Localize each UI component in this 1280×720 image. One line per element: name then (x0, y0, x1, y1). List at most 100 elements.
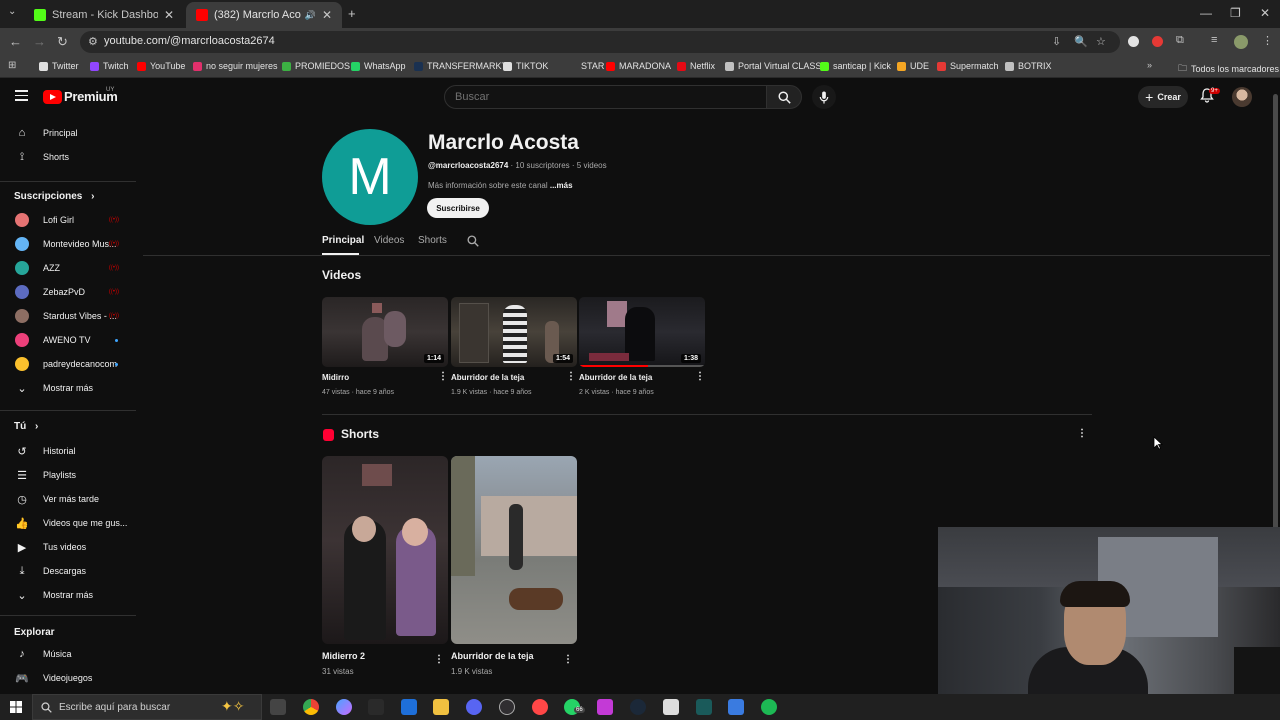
bookmark-item[interactable]: TRANSFERMARKT (414, 61, 507, 71)
video-title[interactable]: Aburridor de la teja (579, 373, 652, 382)
short-menu-icon[interactable]: ⋮ (434, 654, 444, 665)
taskbar-search-box[interactable]: Escribe aquí para buscar ✦✧ (32, 694, 262, 720)
channel-search-icon[interactable] (467, 235, 479, 247)
sidebar-item-watch-later[interactable]: ◷ Ver más tarde (0, 488, 136, 510)
bookmark-item[interactable]: UDE (897, 61, 929, 71)
tab-shorts[interactable]: Shorts (418, 235, 447, 246)
guide-menu-icon[interactable] (15, 90, 28, 101)
bookmark-item[interactable]: Portal Virtual CLASS (725, 61, 821, 71)
bookmark-item[interactable]: TIKTOK (503, 61, 548, 71)
bookmark-star-icon[interactable]: ☆ (1096, 35, 1106, 48)
tab-videos[interactable]: Videos (374, 235, 404, 246)
task-view-icon[interactable] (270, 699, 286, 715)
install-app-icon[interactable]: ⇩ (1052, 35, 1061, 48)
extension-green-icon[interactable] (1128, 36, 1139, 47)
short-title[interactable]: Aburridor de la teja (451, 651, 534, 661)
channel-description[interactable]: Más información sobre este canal ...más (428, 181, 573, 190)
close-tab-icon[interactable]: ✕ (322, 8, 332, 22)
search-box[interactable] (444, 85, 768, 109)
bookmark-item[interactable]: WhatsApp (351, 61, 406, 71)
bookmark-item[interactable]: no seguir mujeres (193, 61, 278, 71)
chrome-icon[interactable] (303, 699, 319, 715)
sidebar-item-principal[interactable]: ⌂ Principal (0, 122, 136, 144)
more-bookmarks-icon[interactable]: » (1147, 60, 1152, 70)
app-teal-icon[interactable] (696, 699, 712, 715)
more-link[interactable]: ...más (550, 181, 573, 190)
close-window-icon[interactable]: ✕ (1260, 6, 1270, 20)
sidebar-subscription-item[interactable]: Stardust Vibes - ... ((•)) (0, 305, 136, 327)
browser-tab-kick[interactable]: Stream - Kick Dashboard ✕ (24, 2, 184, 28)
minimize-icon[interactable]: — (1200, 6, 1212, 20)
extension-red-icon[interactable] (1152, 36, 1163, 47)
sidebar-item-gaming[interactable]: 🎮 Videojuegos (0, 667, 136, 689)
bookmark-item[interactable]: MARADONA (606, 61, 671, 71)
capcut-icon[interactable] (663, 699, 679, 715)
sidebar-subscription-item[interactable]: AWENO TV (0, 329, 136, 351)
steam-icon[interactable] (630, 699, 646, 715)
bookmark-item[interactable]: YouTube (137, 61, 185, 71)
sidebar-item-like[interactable]: 👍 Videos que me gus... (0, 512, 136, 534)
restore-icon[interactable]: ❐ (1230, 6, 1241, 20)
reload-icon[interactable]: ↻ (57, 34, 68, 50)
you-heading[interactable]: Tú › (14, 421, 38, 432)
videos-section-title[interactable]: Videos (322, 268, 361, 282)
url-text[interactable]: youtube.com/@marcrloacosta2674 (104, 35, 275, 47)
ea-app-icon[interactable] (532, 699, 548, 715)
browser-tab-youtube[interactable]: (382) Marcrlo Acosta - YouT 🔊 ✕ (186, 2, 342, 28)
media-control-icon[interactable]: ≡ (1211, 34, 1217, 46)
sidebar-item-shorts[interactable]: ⟟ Shorts (0, 146, 136, 168)
sidebar-item-history[interactable]: ↺ Historial (0, 440, 136, 462)
bookmark-item[interactable]: Netflix (677, 61, 715, 71)
new-tab-icon[interactable]: + (348, 6, 356, 21)
app-pink-icon[interactable] (597, 699, 613, 715)
search-button[interactable] (766, 85, 802, 109)
speaker-icon[interactable]: 🔊 (305, 10, 316, 21)
profile-icon[interactable] (1234, 35, 1248, 49)
short-title[interactable]: Midierro 2 (322, 651, 365, 661)
address-bar[interactable]: ⚙ youtube.com/@marcrloacosta2674 ⇩ 🔍 ☆ (80, 31, 1120, 53)
sidebar-subscription-item[interactable]: Lofi Girl ((•)) (0, 209, 136, 231)
subscriptions-heading[interactable]: Suscripciones › (14, 191, 94, 202)
shorts-section-menu-icon[interactable]: ⋮ (1077, 428, 1087, 439)
zoom-icon[interactable]: 🔍 (1074, 35, 1088, 48)
bookmark-item[interactable]: PROMIEDOS (282, 61, 350, 71)
youtube-logo-icon[interactable] (43, 90, 62, 104)
create-button[interactable]: + Crear (1138, 86, 1188, 108)
forward-icon[interactable]: → (33, 34, 46, 49)
file-explorer-icon[interactable] (433, 699, 449, 715)
account-avatar[interactable] (1232, 87, 1252, 107)
video-menu-icon[interactable]: ⋮ (566, 371, 576, 382)
epic-games-icon[interactable] (368, 699, 384, 715)
sidebar-subscription-item[interactable]: AZZ ((•)) (0, 257, 136, 279)
video-thumbnail[interactable]: 1:54 (451, 297, 577, 367)
sidebar-subscription-item[interactable]: padreydecanocom (0, 353, 136, 375)
short-thumbnail[interactable] (451, 456, 577, 644)
site-info-icon[interactable]: ⚙ (88, 35, 98, 48)
short-menu-icon[interactable]: ⋮ (563, 654, 573, 665)
obs-icon[interactable] (499, 699, 515, 715)
discord-icon[interactable] (466, 699, 482, 715)
video-thumbnail[interactable]: 1:38 (579, 297, 705, 367)
all-bookmarks-folder[interactable]: 🗀 Todos los marcadores (1178, 61, 1279, 77)
back-icon[interactable]: ← (9, 34, 22, 49)
windows-start-icon[interactable] (10, 701, 22, 713)
shield-vpn-icon[interactable] (728, 699, 744, 715)
bookmark-item[interactable]: santicap | Kick (820, 61, 891, 71)
bookmark-item[interactable]: Twitch (90, 61, 129, 71)
video-thumbnail[interactable]: 1:14 (322, 297, 448, 367)
bookmark-item[interactable]: Twitter (39, 61, 79, 71)
apps-grid-icon[interactable]: ⊞ (8, 60, 16, 71)
sidebar-subscription-item[interactable]: ZebazPvD ((•)) (0, 281, 136, 303)
copilot-icon[interactable] (336, 699, 352, 715)
search-input[interactable] (455, 91, 755, 103)
spotify-icon[interactable] (761, 699, 777, 715)
sidebar-item-chevron-down[interactable]: ⌄ Mostrar más (0, 584, 136, 606)
extensions-puzzle-icon[interactable]: ⧉ (1176, 34, 1184, 47)
mail-icon[interactable] (401, 699, 417, 715)
tab-search-icon[interactable]: ⌄ (8, 6, 16, 17)
sidebar-item-music[interactable]: ♪ Música (0, 643, 136, 665)
video-title[interactable]: Midirro (322, 373, 349, 382)
sidebar-item-your-videos[interactable]: ▶ Tus videos (0, 536, 136, 558)
close-tab-icon[interactable]: ✕ (164, 8, 174, 22)
sidebar-show-more-subscriptions[interactable]: ⌄ Mostrar más (0, 377, 136, 399)
